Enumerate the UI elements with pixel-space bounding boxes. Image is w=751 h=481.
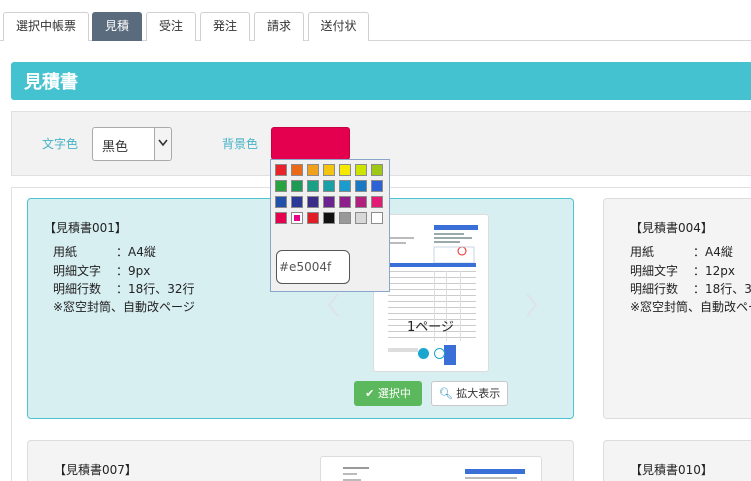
card-title: 【見積書004】 — [630, 221, 713, 235]
spec-note: ※窓空封筒、自動改ページ — [630, 300, 751, 314]
card-title: 【見積書001】 — [44, 221, 127, 235]
color-swatch-cell[interactable] — [275, 196, 287, 208]
hex-color-input[interactable] — [276, 250, 350, 284]
color-swatch-cell[interactable] — [339, 164, 351, 176]
color-swatch-cell[interactable] — [323, 180, 335, 192]
color-swatch-cell[interactable] — [371, 180, 383, 192]
chevron-down-icon[interactable] — [154, 128, 171, 160]
chevron-right-icon[interactable] — [522, 292, 540, 318]
chevron-left-icon[interactable] — [325, 292, 343, 318]
color-swatch-cell[interactable] — [275, 180, 287, 192]
spec-detail-font: 明細文字 ：9px — [53, 264, 151, 278]
color-swatch-cell[interactable] — [307, 164, 319, 176]
color-swatch-cell[interactable] — [355, 212, 367, 224]
color-swatch-cell[interactable] — [355, 180, 367, 192]
color-swatch-cell[interactable] — [371, 164, 383, 176]
color-swatch-cell[interactable] — [323, 196, 335, 208]
carousel-dot[interactable] — [434, 348, 445, 359]
color-swatch-cell[interactable] — [291, 164, 303, 176]
color-swatch-cell[interactable] — [355, 196, 367, 208]
color-swatch-cell[interactable] — [339, 196, 351, 208]
color-swatch-cell[interactable] — [275, 164, 287, 176]
spec-detail-rows: 明細行数：18行、32行 — [630, 282, 751, 296]
template-card-estimate-010[interactable]: 【見積書010】 — [603, 440, 751, 481]
spec-detail-font: 明細文字 ：12px — [630, 264, 735, 278]
tab-bar: 選択中帳票 見積 受注 発注 請求 送付状 — [0, 0, 751, 41]
color-swatch-cell[interactable] — [339, 212, 351, 224]
tab-cover-letter[interactable]: 送付状 — [308, 12, 369, 41]
tab-purchase-order[interactable]: 発注 — [200, 12, 250, 41]
spec-paper: 用紙 ：A4縦 — [630, 245, 733, 259]
color-swatch-cell[interactable] — [291, 212, 303, 224]
color-swatch-cell[interactable] — [371, 196, 383, 208]
template-thumbnail[interactable] — [373, 214, 489, 372]
search-icon: 🔍︎ — [438, 387, 453, 400]
check-icon: ✔ — [365, 387, 375, 400]
color-swatch-cell[interactable] — [307, 196, 319, 208]
spec-note: ※窓空封筒、自動改ページ — [53, 300, 195, 314]
tab-invoice[interactable]: 請求 — [254, 12, 304, 41]
color-swatch-cell[interactable] — [323, 212, 335, 224]
tab-order-received[interactable]: 受注 — [146, 12, 196, 41]
tab-selected-forms[interactable]: 選択中帳票 — [3, 12, 89, 41]
tab-estimate[interactable]: 見積 — [92, 12, 142, 41]
selected-button[interactable]: ✔ 選択中 — [354, 381, 422, 406]
text-color-select[interactable]: 黒色 — [92, 127, 172, 161]
color-swatch-cell[interactable] — [291, 196, 303, 208]
text-color-label: 文字色 — [42, 137, 79, 151]
text-color-value: 黒色 — [102, 140, 129, 155]
color-swatch-cell[interactable] — [291, 180, 303, 192]
carousel-dot-active[interactable] — [418, 348, 429, 359]
zoom-button[interactable]: 🔍︎ 拡大表示 — [431, 381, 508, 406]
color-picker-popup[interactable] — [270, 159, 390, 292]
document-preview — [388, 225, 478, 365]
color-swatch-cell[interactable] — [307, 212, 319, 224]
color-swatch-cell[interactable] — [339, 180, 351, 192]
color-swatch-cell[interactable] — [275, 212, 287, 224]
template-thumbnail[interactable] — [320, 456, 542, 481]
color-swatch-cell[interactable] — [307, 180, 319, 192]
spec-detail-rows: 明細行数：18行、32行 — [53, 282, 195, 296]
document-preview — [343, 467, 525, 481]
color-swatch-cell[interactable] — [371, 212, 383, 224]
section-header: 見積書 — [11, 62, 751, 100]
page-indicator-label: 1ページ — [407, 320, 455, 335]
color-swatch-cell[interactable] — [355, 164, 367, 176]
background-color-label: 背景色 — [222, 137, 259, 151]
template-card-estimate-004[interactable]: 【見積書004】 用紙：A4縦 明細文字：12px 明細行数：18行、32行 ※… — [603, 198, 751, 419]
background-color-swatch[interactable] — [271, 127, 350, 160]
spec-paper: 用紙 ：A4縦 — [53, 245, 156, 259]
color-swatch-cell[interactable] — [323, 164, 335, 176]
card-title: 【見積書007】 — [54, 463, 137, 477]
card-title: 【見積書010】 — [630, 463, 713, 477]
page-title: 見積書 — [24, 72, 78, 93]
